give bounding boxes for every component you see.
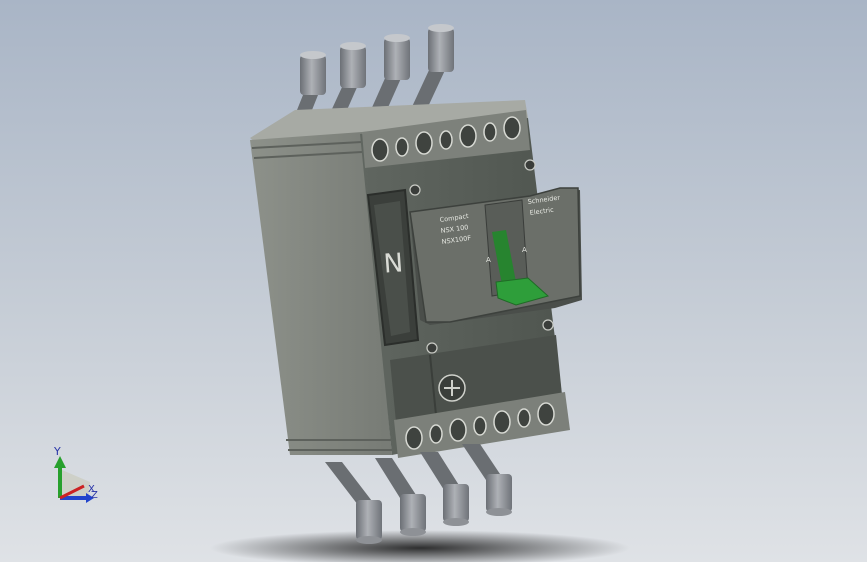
orientation-triad[interactable]: Y X Z — [53, 445, 98, 503]
breaker-body[interactable]: N Compact NSX 100 NSX100F Schneider Elec… — [250, 100, 582, 458]
neutral-marker: N — [383, 248, 404, 279]
bottom-cables[interactable] — [325, 444, 512, 544]
bottom-cable-2[interactable] — [375, 458, 426, 536]
triad-z-label: Z — [91, 490, 98, 501]
cad-viewport[interactable]: N Compact NSX 100 NSX100F Schneider Elec… — [0, 0, 867, 562]
toggle-mark-left: A — [486, 256, 491, 264]
triad-xy-plane — [60, 470, 90, 498]
bottom-cable-4[interactable] — [462, 444, 512, 516]
bottom-cable-3[interactable] — [420, 452, 469, 526]
triad-y-label: Y — [53, 445, 61, 458]
toggle-mark-right: A — [522, 246, 527, 254]
